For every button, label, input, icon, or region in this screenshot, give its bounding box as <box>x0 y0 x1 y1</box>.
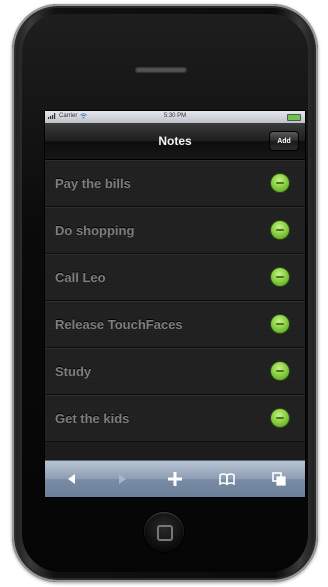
notes-list: Pay the bills Do shopping Call Leo Relea… <box>45 160 305 442</box>
list-item[interactable]: Release TouchFaces <box>45 301 305 348</box>
earpiece-speaker <box>135 66 187 72</box>
browser-toolbar <box>45 460 305 497</box>
note-label: Call Leo <box>55 269 106 285</box>
app-screen: Carrier 5:30 PM Notes Add Pay the bills … <box>44 110 306 498</box>
bookmarks-button[interactable] <box>212 464 242 494</box>
note-label: Get the kids <box>55 410 130 426</box>
forward-button[interactable] <box>108 464 138 494</box>
note-label: Do shopping <box>55 222 135 238</box>
back-icon <box>68 474 75 484</box>
check-icon[interactable] <box>271 409 289 427</box>
check-icon[interactable] <box>271 268 289 286</box>
note-label: Release TouchFaces <box>55 316 183 332</box>
check-icon[interactable] <box>271 362 289 380</box>
add-icon <box>168 472 182 486</box>
pages-icon <box>272 472 286 486</box>
battery-icon <box>287 114 301 121</box>
list-item[interactable]: Call Leo <box>45 254 305 301</box>
add-bookmark-button[interactable] <box>160 464 190 494</box>
note-label: Pay the bills <box>55 175 131 191</box>
forward-icon <box>119 474 126 484</box>
list-item[interactable]: Do shopping <box>45 207 305 254</box>
page-title: Notes <box>158 134 192 148</box>
back-button[interactable] <box>56 464 86 494</box>
note-label: Study <box>55 363 92 379</box>
pages-button[interactable] <box>264 464 294 494</box>
check-icon[interactable] <box>271 315 289 333</box>
list-item[interactable]: Study <box>45 348 305 395</box>
check-icon[interactable] <box>271 174 289 192</box>
home-button[interactable] <box>144 512 184 552</box>
list-item[interactable]: Pay the bills <box>45 160 305 207</box>
list-item[interactable]: Get the kids <box>45 395 305 442</box>
add-button[interactable]: Add <box>269 131 299 151</box>
navigation-bar: Notes Add <box>45 123 305 160</box>
status-bar: Carrier 5:30 PM <box>45 111 305 123</box>
bookmarks-icon <box>219 473 235 485</box>
home-square-icon <box>157 525 173 541</box>
status-time: 5:30 PM <box>163 113 187 119</box>
check-icon[interactable] <box>271 221 289 239</box>
